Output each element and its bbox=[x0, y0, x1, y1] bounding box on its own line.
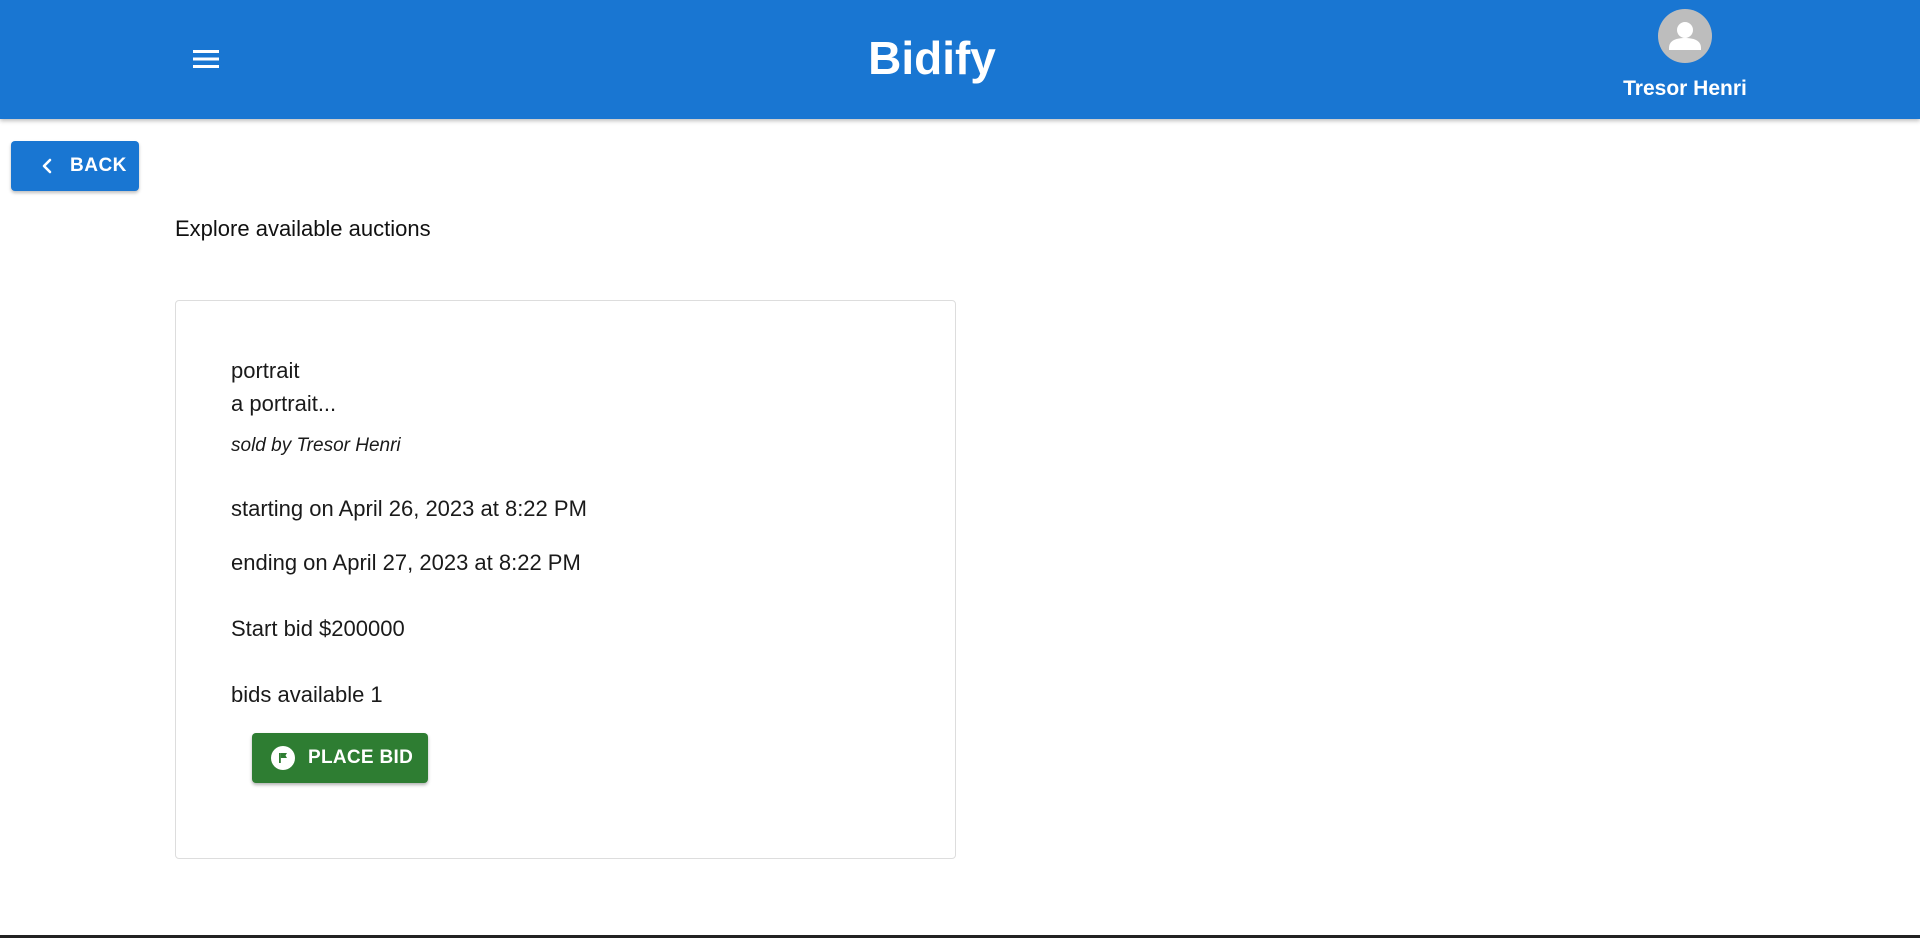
user-name: Tresor Henri bbox=[1623, 77, 1747, 100]
chevron-left-icon bbox=[41, 158, 53, 174]
app-bar: Bidify Tresor Henri bbox=[0, 0, 1920, 119]
avatar[interactable] bbox=[1658, 9, 1712, 63]
back-button-label: BACK bbox=[70, 155, 127, 176]
user-profile[interactable]: Tresor Henri bbox=[1600, 9, 1770, 101]
auction-card: portrait a portrait... sold by Tresor He… bbox=[175, 300, 956, 859]
back-button[interactable]: BACK bbox=[11, 141, 139, 191]
auction-start-date: starting on April 26, 2023 at 8:22 PM bbox=[231, 496, 587, 521]
app-title: Bidify bbox=[868, 32, 996, 84]
place-bid-label: PLACE BID bbox=[308, 747, 414, 768]
person-icon bbox=[1669, 22, 1701, 50]
auction-title: portrait bbox=[231, 358, 300, 383]
flag-circle-icon bbox=[271, 746, 295, 770]
auction-bids-available: bids available 1 bbox=[231, 682, 383, 707]
place-bid-button[interactable]: PLACE BID bbox=[252, 733, 428, 783]
section-title: Explore available auctions bbox=[175, 216, 431, 241]
auction-end-date: ending on April 27, 2023 at 8:22 PM bbox=[231, 550, 581, 575]
auction-description: a portrait... bbox=[231, 391, 337, 416]
auction-start-bid: Start bid $200000 bbox=[231, 616, 405, 641]
auction-seller: sold by Tresor Henri bbox=[231, 435, 401, 456]
